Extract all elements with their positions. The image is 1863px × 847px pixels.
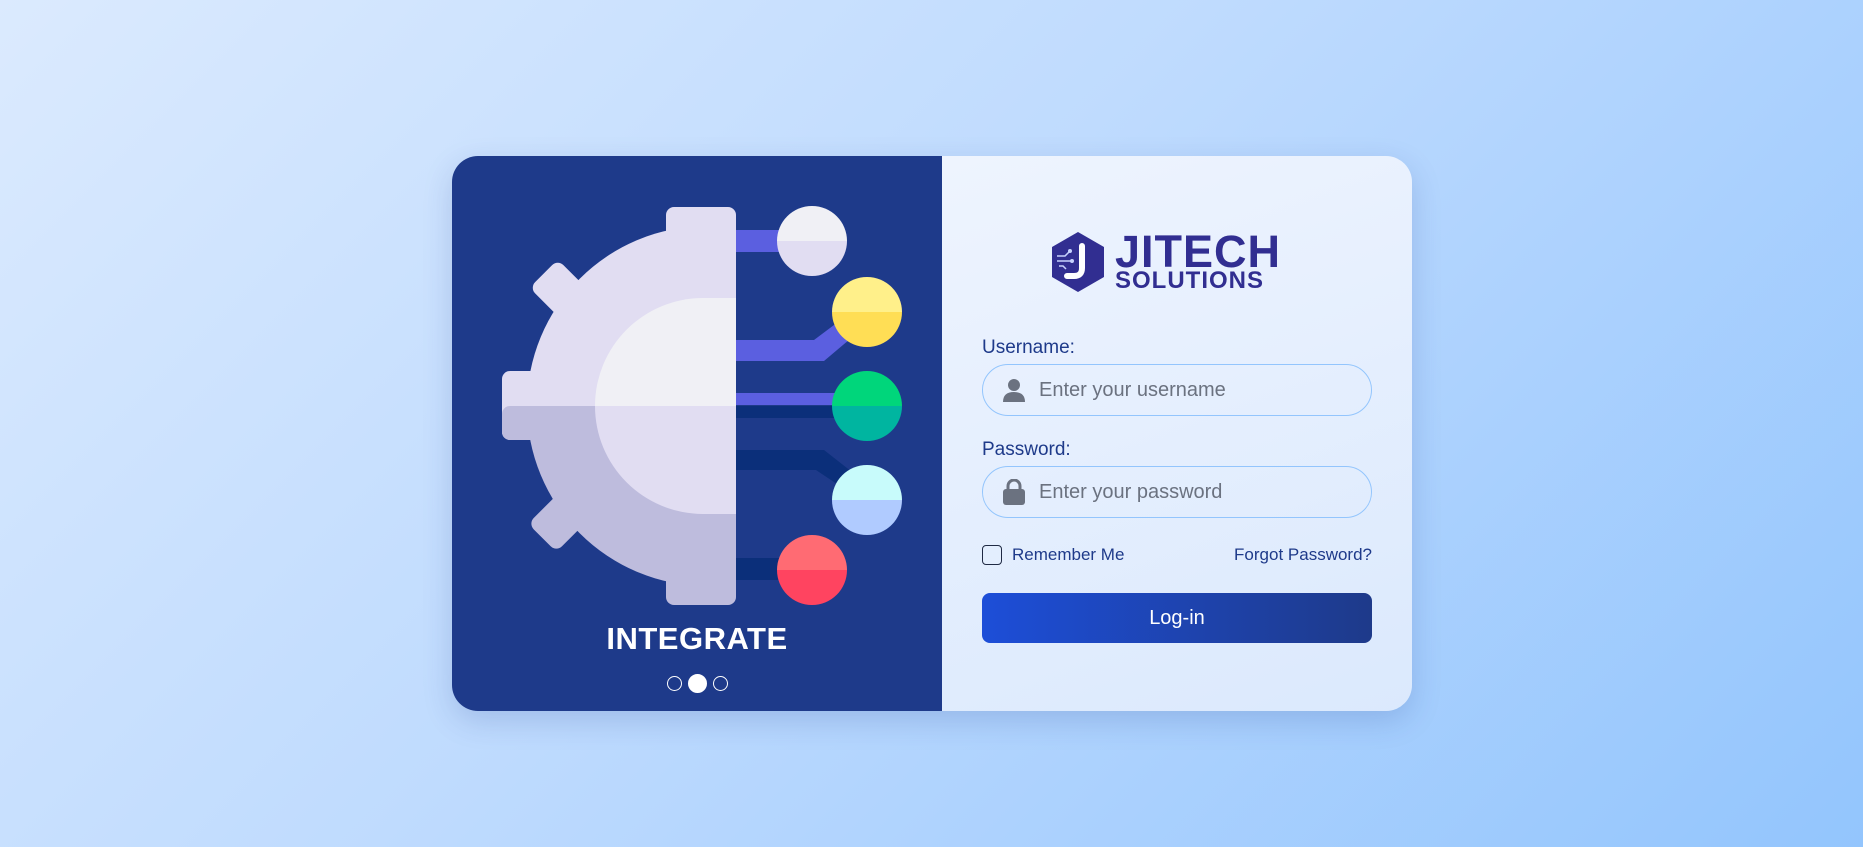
username-label: Username: <box>982 337 1075 358</box>
brand-name: JITECH <box>1115 226 1282 277</box>
username-field <box>982 364 1372 416</box>
login-button[interactable]: Log-in <box>982 593 1372 643</box>
carousel-panel: INTEGRATE <box>452 156 942 711</box>
password-label: Password: <box>982 439 1071 460</box>
remember-me-checkbox[interactable] <box>982 545 1002 565</box>
carousel-dot-2-active[interactable] <box>687 674 707 693</box>
brand-tagline: SOLUTIONS <box>1115 267 1265 294</box>
hexagon-circuit-j-icon <box>1052 232 1104 292</box>
carousel-dot-1[interactable] <box>666 676 682 691</box>
password-field <box>982 466 1372 518</box>
forgot-password-link[interactable]: Forgot Password? <box>1234 545 1372 565</box>
login-panel: JITECH SOLUTIONS Username: Password: <box>942 156 1412 711</box>
username-input[interactable] <box>1039 378 1359 402</box>
slide-title: INTEGRATE <box>606 621 788 656</box>
carousel-pagination <box>452 674 942 693</box>
password-input[interactable] <box>1039 480 1359 504</box>
remember-me[interactable]: Remember Me <box>982 545 1124 565</box>
lock-icon <box>1003 479 1025 505</box>
user-icon <box>1003 377 1025 403</box>
remember-me-label: Remember Me <box>1012 545 1125 564</box>
brand-logo: JITECH SOLUTIONS <box>1049 226 1282 294</box>
carousel-dot-3[interactable] <box>712 676 728 691</box>
login-card: INTEGRATE JITECH SOLUTIONS Username: Ent… <box>452 156 1412 711</box>
integration-gear-illustration <box>502 206 902 605</box>
